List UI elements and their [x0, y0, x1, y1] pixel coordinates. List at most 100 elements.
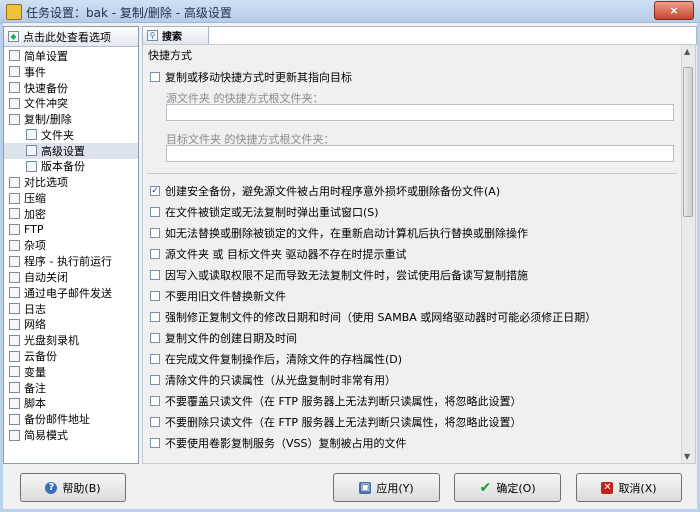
sidebar-item-label: 复制/删除 [24, 113, 72, 127]
option-row[interactable]: ✓ 创建安全备份，避免源文件被占用时程序意外损坏或删除备份文件(A) [150, 183, 500, 199]
option-checkbox[interactable] [150, 438, 160, 448]
sidebar-item[interactable]: 事件 [4, 64, 138, 80]
sidebar-item[interactable]: 文件夹 [4, 127, 138, 143]
cancel-button[interactable]: ✕ 取消(X) [576, 473, 682, 502]
ok-button-label: 确定(O) [496, 481, 536, 495]
option-row[interactable]: 不要覆盖只读文件（在 FTP 服务器上无法判断只读属性，将忽略此设置） [150, 393, 521, 409]
option-row[interactable]: 因写入或读取权限不足而导致无法复制文件时，尝试使用后备读写复制措施 [150, 267, 528, 283]
option-row[interactable]: 不要使用卷影复制服务（VSS）复制被占用的文件 [150, 435, 407, 451]
sidebar-item-icon [9, 255, 20, 267]
option-label: 如无法替换或删除被锁定的文件，在重新启动计算机后执行替换或删除操作 [165, 227, 528, 240]
option-checkbox[interactable] [150, 249, 160, 259]
sidebar-item[interactable]: 简易模式 [4, 427, 138, 443]
sidebar-item[interactable]: 日志 [4, 301, 138, 317]
option-checkbox[interactable] [150, 291, 160, 301]
sidebar-item-label: 云备份 [24, 350, 57, 364]
option-checkbox[interactable] [150, 375, 160, 385]
sidebar-item[interactable]: 杂项 [4, 238, 138, 254]
sidebar-item[interactable]: 备份邮件地址 [4, 411, 138, 427]
sidebar-item[interactable]: 脚本 [4, 396, 138, 412]
option-checkbox[interactable] [150, 312, 160, 322]
cancel-icon: ✕ [601, 481, 614, 494]
source-root-input[interactable] [166, 104, 674, 121]
apply-button[interactable]: ▣ 应用(Y) [333, 473, 440, 502]
sidebar-item[interactable]: 自动关闭 [4, 269, 138, 285]
sidebar-item[interactable]: 备注 [4, 380, 138, 396]
shortcut-update-checkbox[interactable] [150, 72, 160, 82]
option-label: 复制文件的创建日期及时间 [165, 332, 297, 345]
sidebar-header-label: 点击此处查看选项 [23, 30, 111, 44]
option-label: 不要删除只读文件（在 FTP 服务器上无法判断只读属性，将忽略此设置） [165, 416, 522, 429]
sidebar-item-label: 网络 [24, 318, 46, 332]
sidebar-item[interactable]: 云备份 [4, 348, 138, 364]
option-checkbox[interactable] [150, 207, 160, 217]
scroll-up-icon[interactable]: ▲ [684, 47, 690, 56]
sidebar-item[interactable]: 光盘刻录机 [4, 332, 138, 348]
sidebar-item[interactable]: 版本备份 [4, 159, 138, 175]
sidebar-item-icon [9, 429, 20, 441]
sidebar-item[interactable]: 简单设置 [4, 48, 138, 64]
shortcut-update-option[interactable]: 复制或移动快捷方式时更新其指向目标 [150, 69, 352, 85]
option-row[interactable]: 复制文件的创建日期及时间 [150, 330, 297, 346]
vertical-scrollbar[interactable]: ▲ ▼ [681, 45, 695, 463]
title-bar: 任务设置：bak - 复制/删除 - 高级设置 × [0, 0, 700, 23]
sidebar-item[interactable]: 变量 [4, 364, 138, 380]
option-row[interactable]: 在完成文件复制操作后，清除文件的存档属性(D) [150, 351, 402, 367]
sidebar-item-label: 变量 [24, 365, 46, 379]
option-row[interactable]: 如无法替换或删除被锁定的文件，在重新启动计算机后执行替换或删除操作 [150, 225, 528, 241]
sidebar-item-icon [9, 303, 20, 315]
app-icon [6, 4, 22, 20]
apply-button-label: 应用(Y) [376, 481, 414, 495]
sidebar-item[interactable]: FTP [4, 222, 138, 238]
sidebar-item-icon [9, 271, 20, 283]
option-checkbox[interactable] [150, 270, 160, 280]
option-row[interactable]: 不要用旧文件替换新文件 [150, 288, 286, 304]
sidebar-header[interactable]: ◆ 点击此处查看选项 [4, 27, 138, 47]
help-icon: ? [45, 481, 58, 494]
sidebar-item[interactable]: 快速备份 [4, 80, 138, 96]
option-row[interactable]: 在文件被锁定或无法复制时弹出重试窗口(S) [150, 204, 379, 220]
sidebar-item-icon [9, 350, 20, 362]
sidebar-item[interactable]: 复制/删除 [4, 111, 138, 127]
sidebar-item[interactable]: 程序 - 执行前运行 [4, 253, 138, 269]
sidebar-item-icon [9, 318, 20, 330]
sidebar-item-icon [9, 334, 20, 346]
option-row[interactable]: 不要删除只读文件（在 FTP 服务器上无法判断只读属性，将忽略此设置） [150, 414, 521, 430]
sidebar-item-label: 脚本 [24, 397, 46, 411]
ok-button[interactable]: ✔ 确定(O) [454, 473, 561, 502]
sidebar-item-label: 高级设置 [41, 144, 85, 158]
close-button[interactable]: × [654, 1, 694, 20]
sidebar-item[interactable]: 加密 [4, 206, 138, 222]
option-row[interactable]: 强制修正复制文件的修改日期和时间（使用 SAMBA 或网络驱动器时可能必须修正日… [150, 309, 596, 325]
option-label: 不要用旧文件替换新文件 [165, 290, 286, 303]
option-checkbox[interactable] [150, 228, 160, 238]
search-tab[interactable]: ⚲ 搜索 [143, 27, 209, 44]
help-button[interactable]: ? 帮助(B) [20, 473, 126, 502]
search-tab-bar: ⚲ 搜索 [142, 26, 697, 45]
option-checkbox[interactable] [150, 333, 160, 343]
sidebar-item[interactable]: 通过电子邮件发送 [4, 285, 138, 301]
sidebar-item-label: 日志 [24, 302, 46, 316]
scroll-down-icon[interactable]: ▼ [684, 452, 690, 461]
sidebar-item[interactable]: 压缩 [4, 190, 138, 206]
sidebar-item-icon [9, 413, 20, 425]
option-checkbox[interactable] [150, 396, 160, 406]
sidebar-item[interactable]: 文件冲突 [4, 95, 138, 111]
scroll-thumb[interactable] [683, 67, 693, 217]
option-label: 不要使用卷影复制服务（VSS）复制被占用的文件 [165, 437, 407, 450]
target-root-input[interactable] [166, 145, 674, 162]
option-row[interactable]: 源文件夹 或 目标文件夹 驱动器不存在时提示重试 [150, 246, 407, 262]
options-sidebar: ◆ 点击此处查看选项 简单设置 事件 快速备份 文件冲突复制/删除 文件夹 高级设置 版本备… [3, 26, 139, 464]
option-checkbox[interactable]: ✓ [150, 186, 160, 196]
option-row[interactable]: 清除文件的只读属性（从光盘复制时非常有用） [150, 372, 396, 388]
option-label: 在完成文件复制操作后，清除文件的存档属性(D) [165, 353, 403, 366]
sidebar-item-icon [9, 176, 20, 188]
option-checkbox[interactable] [150, 417, 160, 427]
sidebar-item[interactable]: 高级设置 [4, 142, 138, 159]
sidebar-item-label: 通过电子邮件发送 [24, 286, 112, 300]
option-checkbox[interactable] [150, 354, 160, 364]
sidebar-item[interactable]: 网络 [4, 317, 138, 333]
option-label: 创建安全备份，避免源文件被占用时程序意外损坏或删除备份文件(A) [165, 185, 501, 198]
sidebar-item[interactable]: 对比选项 [4, 174, 138, 190]
sidebar-item-icon [9, 113, 20, 125]
